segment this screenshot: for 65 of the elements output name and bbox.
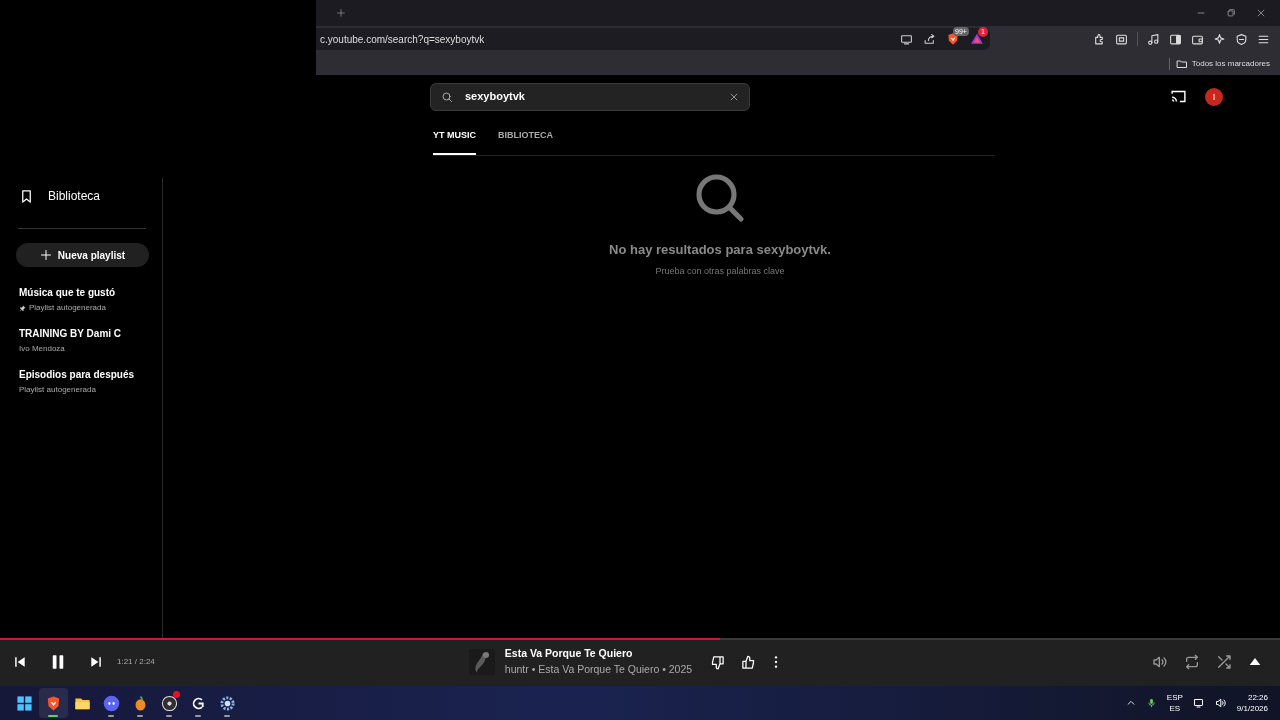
hint-text: Prueba con otras palabras clave	[655, 265, 785, 278]
chevron-up-icon[interactable]	[1125, 698, 1136, 708]
layout-indicator[interactable]: ES	[1169, 703, 1181, 714]
sparkle-icon[interactable]	[1213, 32, 1226, 46]
folder-icon	[1175, 57, 1188, 70]
search-icon	[441, 90, 453, 103]
vpn-shield-icon[interactable]	[1235, 32, 1248, 46]
microphone-icon[interactable]	[1145, 697, 1157, 709]
playlist-title[interactable]: Música que te gustó	[19, 285, 143, 300]
chat-icon[interactable]	[103, 694, 120, 712]
record-icon[interactable]	[161, 694, 178, 712]
repeat-icon[interactable]	[1184, 654, 1200, 670]
avatar[interactable]: I	[1205, 87, 1223, 106]
cast-icon[interactable]	[1170, 88, 1187, 105]
next-icon[interactable]	[89, 655, 103, 669]
clock-time[interactable]: 22:26	[1247, 692, 1268, 703]
playlist-subtitle: Ivo Mendoza	[19, 343, 65, 355]
new-playlist-button[interactable]: Nueva playlist	[16, 243, 149, 267]
close-icon[interactable]	[1256, 8, 1266, 18]
running-indicator	[224, 715, 230, 717]
plus-icon	[39, 249, 52, 261]
speaker-icon[interactable]	[1214, 697, 1227, 709]
running-indicator	[137, 715, 143, 717]
thumbs-down-icon[interactable]	[710, 654, 726, 670]
gear-icon[interactable]	[219, 694, 236, 712]
running-indicator	[166, 715, 172, 717]
running-indicator	[195, 715, 201, 717]
search-bar[interactable]: sexyboytvk	[430, 82, 750, 111]
search-field[interactable]: sexyboytvk	[463, 87, 719, 106]
tab[interactable]: BIBLIOTECA	[498, 121, 553, 155]
sidebar-item[interactable]: Biblioteca	[0, 178, 120, 214]
thumbs-up-icon[interactable]	[741, 654, 757, 670]
reader-icon[interactable]	[1115, 32, 1128, 46]
song-title[interactable]: Esta Va Porque Te Quiero	[504, 646, 693, 662]
clear-icon[interactable]	[729, 91, 739, 102]
bookmarks-folder[interactable]: Todos los marcadores	[1175, 57, 1270, 70]
new-tab-icon[interactable]	[336, 8, 346, 18]
playlist-title[interactable]: TRAINING BY Dami C	[19, 326, 143, 341]
share-icon[interactable]	[923, 32, 936, 46]
bookmark-icon	[19, 188, 34, 204]
triangle-icon[interactable]	[970, 32, 984, 46]
tab[interactable]: YT MUSIC	[433, 121, 476, 155]
playlist-title[interactable]: Episodios para después	[19, 367, 143, 382]
shuffle-icon[interactable]	[1216, 654, 1232, 670]
playlist-subtitle: Playlist autogenerada	[29, 302, 106, 314]
running-indicator	[108, 715, 114, 717]
clock-date[interactable]: 9/1/2026	[1236, 703, 1268, 714]
song-subtitle[interactable]: huntr • Esta Va Porque Te Quiero • 2025	[504, 662, 693, 678]
volume-icon[interactable]	[1152, 654, 1168, 670]
network-icon[interactable]	[1192, 697, 1205, 709]
restore-icon[interactable]	[1226, 8, 1236, 18]
playlist-subtitle: Playlist autogenerada	[19, 384, 96, 396]
sidebar-icon[interactable]	[1169, 32, 1182, 46]
extensions-icon[interactable]	[1093, 32, 1106, 46]
notification-dot	[173, 691, 180, 698]
running-indicator	[48, 715, 58, 717]
shield-icon[interactable]	[946, 32, 960, 46]
language-indicator[interactable]: ESP	[1166, 692, 1183, 703]
no-results-message: No hay resultados para sexyboytvk.	[609, 240, 831, 259]
music-note-icon[interactable]	[1147, 32, 1160, 46]
previous-icon[interactable]	[13, 655, 27, 669]
time-display: 1:21 / 2:24	[117, 656, 155, 668]
install-icon[interactable]	[900, 32, 913, 46]
start-icon[interactable]	[16, 694, 33, 712]
pin-icon	[19, 304, 26, 312]
